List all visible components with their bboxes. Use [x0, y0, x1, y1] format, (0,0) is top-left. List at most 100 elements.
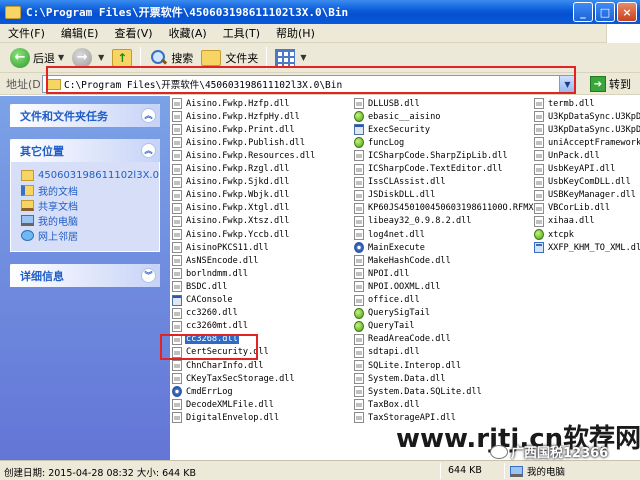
file-item[interactable]: DigitalEnvelop.dll — [172, 411, 280, 424]
file-item[interactable]: SQLite.Interop.dll — [354, 359, 462, 372]
file-item[interactable]: AsNSEncode.dll — [172, 254, 259, 267]
views-button[interactable]: ▼ — [271, 46, 310, 70]
file-folder-tasks-header[interactable]: 文件和文件夹任务 ︽ — [10, 104, 160, 127]
file-item[interactable]: Aisino.Fwkp.HzfpHy.dll — [172, 110, 301, 123]
file-item[interactable]: USBKeyManager.dll — [534, 189, 637, 202]
file-item[interactable]: XXFP_KHM_TO_XML.dll — [534, 241, 640, 254]
file-item[interactable]: Aisino.Fwkp.Xtsz.dll — [172, 215, 290, 228]
chevron-down-icon[interactable]: ▼ — [58, 53, 64, 62]
file-item[interactable]: borlndmm.dll — [172, 267, 249, 280]
file-item[interactable]: QuerySigTail — [354, 307, 431, 320]
go-button[interactable]: ➔ 转到 — [590, 76, 631, 92]
details-header[interactable]: 详细信息 ︾ — [10, 264, 160, 287]
search-button[interactable]: 搜索 — [145, 46, 197, 70]
file-item[interactable]: log4net.dll — [354, 228, 426, 241]
file-item[interactable]: cc3260mt.dll — [172, 320, 249, 333]
file-item[interactable]: ebasic__aisino — [354, 110, 441, 123]
other-places-header[interactable]: 其它位置 ︽ — [10, 139, 160, 162]
minimize-button[interactable]: _ — [573, 2, 593, 22]
file-item[interactable]: termb.dll — [534, 97, 596, 110]
dll-file-icon — [534, 150, 544, 162]
file-item[interactable]: UsbKeyAPI.dll — [534, 163, 616, 176]
file-item[interactable]: Aisino.Fwkp.Wbjk.dll — [172, 189, 290, 202]
file-name: BSDC.dll — [186, 281, 228, 292]
file-item[interactable]: uniAcceptFramework — [534, 136, 640, 149]
file-item[interactable]: UsbKeyComDLL.dll — [534, 176, 632, 189]
file-item[interactable]: U3KpDataSync.U3KpData — [534, 123, 640, 136]
menu-tools[interactable]: 工具(T) — [215, 25, 268, 41]
file-item[interactable]: sdtapi.dll — [354, 346, 421, 359]
file-item[interactable]: cc3268.dll — [172, 333, 239, 346]
file-item[interactable]: ChnCharInfo.dll — [172, 359, 265, 372]
file-item[interactable]: funcLog — [354, 136, 405, 149]
file-item[interactable]: System.Data.dll — [354, 372, 447, 385]
file-item[interactable]: Aisino.Fwkp.Hzfp.dll — [172, 97, 290, 110]
close-button[interactable]: × — [617, 2, 637, 22]
file-item[interactable]: DecodeXMLFile.dll — [172, 398, 275, 411]
file-item[interactable]: ExecSecurity — [354, 123, 431, 136]
file-item[interactable]: CKeyTaxSecStorage.dll — [172, 372, 296, 385]
file-item[interactable]: MakeHashCode.dll — [354, 254, 452, 267]
file-item[interactable]: CertSecurity.dll — [172, 346, 270, 359]
menu-edit[interactable]: 编辑(E) — [53, 25, 107, 41]
file-item[interactable]: NPOI.dll — [354, 267, 410, 280]
dll-file-icon — [354, 229, 364, 240]
place-shared-documents[interactable]: 共享文档 — [21, 198, 151, 213]
file-item[interactable]: libeay32_0.9.8.2.dll — [354, 215, 472, 228]
place-parent-folder[interactable]: 450603198611102l3X.0 — [21, 168, 159, 183]
file-item[interactable]: TaxBox.dll — [354, 398, 421, 411]
file-item[interactable]: Aisino.Fwkp.Sjkd.dll — [172, 176, 290, 189]
file-item[interactable]: MainExecute — [354, 241, 426, 254]
collapse-icon[interactable]: ︽ — [141, 143, 156, 158]
address-input[interactable]: C:\Program Files\开票软件\450603198611102l3X… — [42, 75, 576, 93]
place-network[interactable]: 网上邻居 — [21, 228, 151, 243]
wechat-watermark: 广西国税12366 — [490, 442, 608, 461]
maximize-button[interactable]: □ — [595, 2, 615, 22]
file-item[interactable]: JSDiskDLL.dll — [354, 189, 436, 202]
file-item[interactable]: ICSharpCode.TextEditor.dll — [354, 163, 504, 176]
expand-icon[interactable]: ︾ — [141, 268, 156, 283]
file-name: Aisino.Fwkp.Publish.dll — [186, 137, 305, 148]
menu-help[interactable]: 帮助(H) — [268, 25, 323, 41]
file-item[interactable]: BSDC.dll — [172, 280, 228, 293]
file-item[interactable]: System.Data.SQLite.dll — [354, 385, 483, 398]
file-item[interactable]: NPOI.OOXML.dll — [354, 280, 441, 293]
collapse-icon[interactable]: ︽ — [141, 108, 156, 123]
file-item[interactable]: CmdErrLog — [172, 385, 234, 398]
file-item[interactable]: xihaa.dll — [534, 215, 596, 228]
file-item[interactable]: Aisino.Fwkp.Yccb.dll — [172, 228, 290, 241]
file-item[interactable]: Aisino.Fwkp.Print.dll — [172, 123, 296, 136]
chevron-down-icon[interactable]: ▼ — [98, 53, 104, 62]
forward-button[interactable]: → ▼ — [68, 46, 108, 70]
chevron-down-icon[interactable]: ▼ — [559, 76, 575, 92]
file-item[interactable]: office.dll — [354, 294, 421, 307]
back-button[interactable]: ← 后退 ▼ — [6, 46, 68, 70]
menu-view[interactable]: 查看(V) — [106, 25, 160, 41]
file-item[interactable]: ICSharpCode.SharpZipLib.dll — [354, 149, 509, 162]
file-item[interactable]: VBCorLib.dll — [534, 202, 611, 215]
address-path[interactable]: C:\Program Files\开票软件\450603198611102l3X… — [64, 77, 342, 91]
file-item[interactable]: UnPack.dll — [534, 149, 601, 162]
file-item[interactable]: AisinoPKCS11.dll — [172, 241, 270, 254]
file-item[interactable]: CAConsole — [172, 294, 234, 307]
details-panel: 详细信息 ︾ — [10, 264, 160, 287]
menu-file[interactable]: 文件(F) — [0, 25, 53, 41]
file-item[interactable]: ReadAreaCode.dll — [354, 333, 452, 346]
file-item[interactable]: Aisino.Fwkp.Resources.dll — [172, 149, 316, 162]
file-item[interactable]: Aisino.Fwkp.Publish.dll — [172, 136, 306, 149]
file-item[interactable]: KP60JS45010045060319861100O.RFMX — [354, 202, 535, 215]
file-item[interactable]: Aisino.Fwkp.Xtgl.dll — [172, 202, 290, 215]
file-item[interactable]: U3KpDataSync.U3KpData — [534, 110, 640, 123]
file-item[interactable]: xtcpk — [534, 228, 575, 241]
file-item[interactable]: Aisino.Fwkp.Rzgl.dll — [172, 163, 290, 176]
file-item[interactable]: cc3260.dll — [172, 307, 239, 320]
file-item[interactable]: IssCLAssist.dll — [354, 176, 447, 189]
up-folder-button[interactable]: ↑ — [108, 46, 136, 70]
menu-favorites[interactable]: 收藏(A) — [161, 25, 215, 41]
file-item[interactable]: QueryTail — [354, 320, 416, 333]
place-my-computer[interactable]: 我的电脑 — [21, 213, 151, 228]
file-item[interactable]: DLLUSB.dll — [354, 97, 421, 110]
place-my-documents[interactable]: 我的文档 — [21, 183, 151, 198]
folders-button[interactable]: 文件夹 — [197, 46, 262, 70]
chevron-down-icon[interactable]: ▼ — [300, 53, 306, 62]
